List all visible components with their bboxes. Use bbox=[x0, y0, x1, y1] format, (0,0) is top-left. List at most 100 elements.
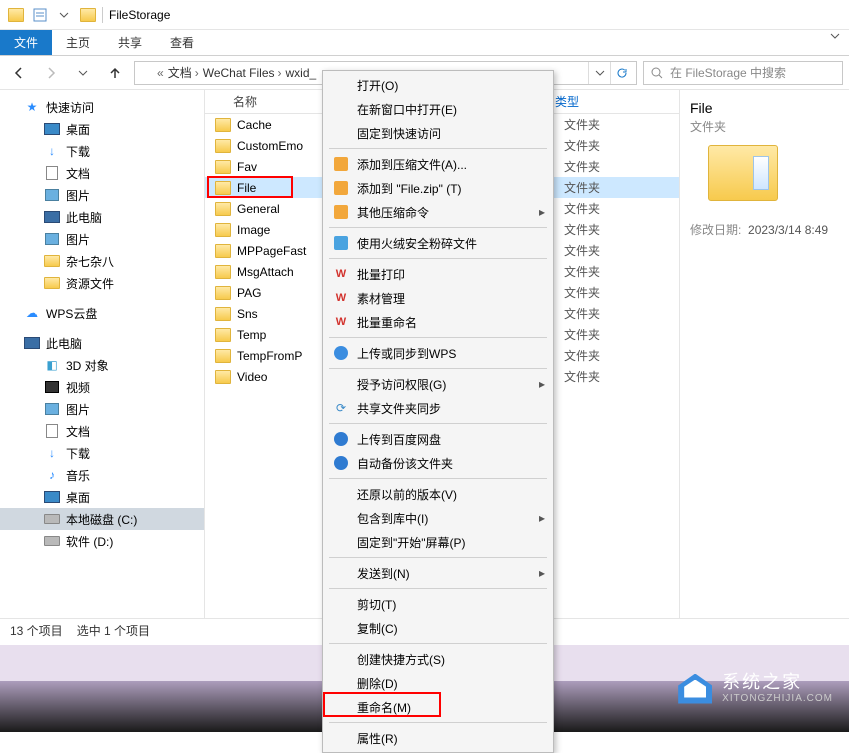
ctx-restore[interactable]: 还原以前的版本(V) bbox=[323, 482, 553, 506]
ctx-add-archive[interactable]: 添加到压缩文件(A)... bbox=[323, 152, 553, 176]
sidebar-thispc[interactable]: 此电脑 bbox=[0, 206, 204, 228]
sidebar-quick-access[interactable]: ★快速访问 bbox=[0, 96, 204, 118]
pc-icon bbox=[44, 210, 60, 224]
ctx-rename[interactable]: 重命名(M) bbox=[323, 695, 553, 719]
ctx-cut[interactable]: 剪切(T) bbox=[323, 592, 553, 616]
ctx-pin-quick[interactable]: 固定到快速访问 bbox=[323, 121, 553, 145]
ribbon-expand-icon[interactable] bbox=[821, 30, 849, 55]
sidebar-misc[interactable]: 杂七杂八 bbox=[0, 250, 204, 272]
tab-view[interactable]: 查看 bbox=[156, 30, 208, 55]
sidebar-downloads2[interactable]: ↓下载 bbox=[0, 442, 204, 464]
sidebar-ddrive[interactable]: 软件 (D:) bbox=[0, 530, 204, 552]
baidu-icon bbox=[334, 432, 348, 446]
sidebar-documents[interactable]: 文档 bbox=[0, 162, 204, 184]
sidebar-videos[interactable]: 视频 bbox=[0, 376, 204, 398]
ctx-other-compress[interactable]: 其他压缩命令▸ bbox=[323, 200, 553, 224]
file-type: 文件夹 bbox=[564, 263, 600, 280]
ctx-upload-baidu[interactable]: 上传到百度网盘 bbox=[323, 427, 553, 451]
nav-back-icon[interactable] bbox=[6, 60, 32, 86]
file-type: 文件夹 bbox=[564, 284, 600, 301]
ctx-grant-access[interactable]: 授予访问权限(G)▸ bbox=[323, 372, 553, 396]
sidebar-music[interactable]: ♪音乐 bbox=[0, 464, 204, 486]
ctx-open-new[interactable]: 在新窗口中打开(E) bbox=[323, 97, 553, 121]
crumb-wxid[interactable]: wxid_ bbox=[286, 66, 317, 80]
ctx-sendto[interactable]: 发送到(N)▸ bbox=[323, 561, 553, 585]
wps-icon: W bbox=[331, 268, 351, 280]
search-input[interactable]: 在 FileStorage 中搜索 bbox=[643, 61, 843, 85]
crumb-documents[interactable]: 文档 › bbox=[168, 64, 199, 81]
sidebar-documents2[interactable]: 文档 bbox=[0, 420, 204, 442]
file-type: 文件夹 bbox=[564, 347, 600, 364]
file-type: 文件夹 bbox=[564, 368, 600, 385]
col-type[interactable]: 类型 bbox=[555, 93, 615, 110]
window-folder-icon bbox=[80, 8, 96, 22]
sidebar-wps[interactable]: ☁WPS云盘 bbox=[0, 302, 204, 324]
ctx-pin-start[interactable]: 固定到"开始"屏幕(P) bbox=[323, 530, 553, 554]
ctx-upload-wps[interactable]: 上传或同步到WPS bbox=[323, 341, 553, 365]
tab-file[interactable]: 文件 bbox=[0, 30, 52, 55]
shield-icon bbox=[334, 236, 348, 250]
sidebar-resources[interactable]: 资源文件 bbox=[0, 272, 204, 294]
document-icon bbox=[44, 424, 60, 438]
archive-icon bbox=[334, 205, 348, 219]
cloud-icon bbox=[334, 346, 348, 360]
sidebar-3d[interactable]: ◧3D 对象 bbox=[0, 354, 204, 376]
folder-icon bbox=[215, 370, 231, 384]
ctx-batch-print[interactable]: W批量打印 bbox=[323, 262, 553, 286]
ctx-library[interactable]: 包含到库中(I)▸ bbox=[323, 506, 553, 530]
sidebar-pictures3[interactable]: 图片 bbox=[0, 398, 204, 420]
sidebar-pictures2[interactable]: 图片 bbox=[0, 228, 204, 250]
addr-dropdown-icon[interactable] bbox=[588, 62, 610, 84]
tab-share[interactable]: 共享 bbox=[104, 30, 156, 55]
ctx-batch-rename[interactable]: W批量重命名 bbox=[323, 310, 553, 334]
file-type: 文件夹 bbox=[564, 326, 600, 343]
window-title: FileStorage bbox=[109, 8, 170, 22]
folder-icon bbox=[215, 265, 231, 279]
crumb-wechat[interactable]: WeChat Files › bbox=[203, 66, 282, 80]
nav-recent-icon[interactable] bbox=[70, 60, 96, 86]
sidebar-thispc2[interactable]: 此电脑 bbox=[0, 332, 204, 354]
sidebar-desktop[interactable]: 桌面 bbox=[0, 118, 204, 140]
folder-icon bbox=[44, 254, 60, 268]
sidebar-cdrive[interactable]: 本地磁盘 (C:) bbox=[0, 508, 204, 530]
folder-icon bbox=[215, 160, 231, 174]
ctx-delete[interactable]: 删除(D) bbox=[323, 671, 553, 695]
ctx-auto-backup[interactable]: 自动备份该文件夹 bbox=[323, 451, 553, 475]
properties-qa-icon[interactable] bbox=[30, 5, 50, 25]
brand-url: XITONGZHIJIA.COM bbox=[722, 693, 833, 705]
download-icon: ↓ bbox=[44, 446, 60, 460]
addr-folder-icon bbox=[139, 67, 153, 79]
folder-icon bbox=[215, 286, 231, 300]
ctx-properties[interactable]: 属性(R) bbox=[323, 726, 553, 750]
folder-icon bbox=[215, 328, 231, 342]
tab-home[interactable]: 主页 bbox=[52, 30, 104, 55]
ctx-shred[interactable]: 使用火绒安全粉碎文件 bbox=[323, 231, 553, 255]
music-icon: ♪ bbox=[44, 468, 60, 482]
sidebar-pictures[interactable]: 图片 bbox=[0, 184, 204, 206]
file-type: 文件夹 bbox=[564, 137, 600, 154]
file-type: 文件夹 bbox=[564, 221, 600, 238]
addr-refresh-icon[interactable] bbox=[610, 62, 632, 84]
sidebar-downloads[interactable]: ↓下载 bbox=[0, 140, 204, 162]
picture-icon bbox=[44, 188, 60, 202]
file-type: 文件夹 bbox=[564, 158, 600, 175]
nav-up-icon[interactable] bbox=[102, 60, 128, 86]
file-type: 文件夹 bbox=[564, 305, 600, 322]
ctx-open[interactable]: 打开(O) bbox=[323, 73, 553, 97]
ctx-copy[interactable]: 复制(C) bbox=[323, 616, 553, 640]
picture-icon bbox=[44, 232, 60, 246]
preview-pane: File 文件夹 修改日期: 2023/3/14 8:49 bbox=[679, 90, 849, 618]
nav-forward-icon[interactable] bbox=[38, 60, 64, 86]
preview-folder-icon bbox=[708, 145, 778, 201]
dropdown-qa-icon[interactable] bbox=[54, 5, 74, 25]
ctx-shortcut[interactable]: 创建快捷方式(S) bbox=[323, 647, 553, 671]
picture-icon bbox=[44, 402, 60, 416]
preview-title: File bbox=[690, 100, 713, 116]
ctx-material[interactable]: W素材管理 bbox=[323, 286, 553, 310]
folder-small-icon[interactable] bbox=[6, 5, 26, 25]
sidebar-desktop2[interactable]: 桌面 bbox=[0, 486, 204, 508]
ctx-share-sync[interactable]: ⟳共享文件夹同步 bbox=[323, 396, 553, 420]
ctx-add-zip[interactable]: 添加到 "File.zip" (T) bbox=[323, 176, 553, 200]
folder-icon bbox=[44, 276, 60, 290]
folder-icon bbox=[215, 307, 231, 321]
